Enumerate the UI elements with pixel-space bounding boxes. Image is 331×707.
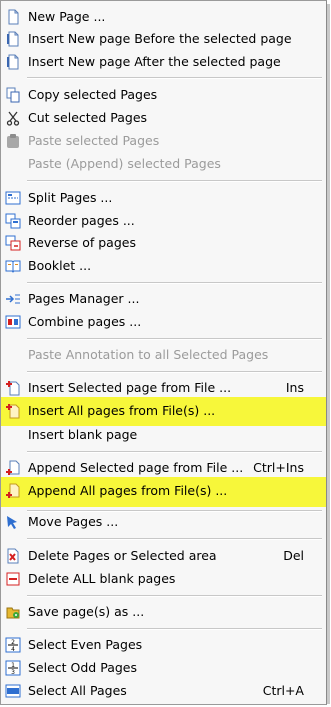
insert-all-pages-icon [5, 403, 21, 419]
svg-text:3: 3 [11, 669, 15, 676]
menu-item-label: Reverse of pages [28, 235, 136, 250]
menu-item-label: Insert New page After the selected page [28, 54, 281, 69]
reorder-pages-icon [5, 213, 21, 229]
insert-page-icon [5, 380, 21, 396]
menu-item-label: Select Odd Pages [28, 660, 137, 675]
menu-item-insert-blank-page[interactable]: Insert blank page [1, 424, 326, 446]
menu-item-reorder-pages[interactable]: Reorder pages ... [1, 210, 326, 232]
menu-item-label: Paste (Append) selected Pages [28, 156, 221, 171]
select-even-icon: 24 [5, 637, 21, 653]
menu-item-label: Delete ALL blank pages [28, 571, 176, 586]
append-all-pages-icon [5, 483, 21, 499]
move-pages-icon [5, 514, 21, 530]
menu-item-label: Save page(s) as ... [28, 604, 145, 619]
menu-item-append-all-pages-from-files[interactable]: Append All pages from File(s) ... [1, 477, 326, 507]
menu-item-pages-manager[interactable]: Pages Manager ... [1, 288, 326, 310]
menu-item-label: Cut selected Pages [28, 110, 148, 125]
append-page-icon [5, 460, 21, 476]
menu-item-shortcut: Ctrl+A [262, 683, 304, 698]
menu-item-insert-selected-page-from-file[interactable]: Insert Selected page from File ... Ins [1, 377, 326, 399]
copy-icon [5, 87, 21, 103]
menu-item-combine-pages[interactable]: Combine pages ... [1, 311, 326, 333]
page-icon [5, 54, 21, 70]
menu-item-cut-selected-pages[interactable]: Cut selected Pages [1, 107, 326, 129]
menu-item-insert-all-pages-from-files[interactable]: Insert All pages from File(s) ... [1, 397, 326, 426]
svg-text:4: 4 [11, 646, 15, 653]
booklet-icon [5, 258, 21, 274]
new-page-icon [5, 9, 21, 25]
select-odd-icon: 13 [5, 660, 21, 676]
split-pages-icon [5, 190, 21, 206]
menu-item-label: Insert Selected page from File ... [28, 380, 232, 395]
menu-item-move-pages[interactable]: Move Pages ... [1, 511, 326, 533]
menu-item-label: Split Pages ... [28, 190, 113, 205]
menu-separator [27, 538, 322, 540]
menu-item-label: Append All pages from File(s) ... [28, 483, 228, 498]
menu-item-copy-selected-pages[interactable]: Copy selected Pages [1, 84, 326, 106]
delete-blank-pages-icon [5, 571, 21, 587]
menu-separator [27, 371, 322, 373]
menu-item-shortcut: Ctrl+Ins [253, 460, 304, 475]
menu-item-label: Pages Manager ... [28, 291, 140, 306]
menu-item-insert-new-page-after[interactable]: Insert New page After the selected page [1, 51, 326, 73]
menu-item-paste-annotation[interactable]: Paste Annotation to all Selected Pages [1, 344, 326, 366]
menu-item-label: Select Even Pages [28, 637, 143, 652]
menu-item-split-pages[interactable]: Split Pages ... [1, 187, 326, 209]
save-pages-icon [5, 604, 21, 620]
menu-separator [27, 451, 322, 453]
combine-pages-icon [5, 314, 21, 330]
menu-item-select-even-pages[interactable]: 24 Select Even Pages [1, 634, 326, 656]
menu-item-label: Combine pages ... [28, 314, 142, 329]
menu-item-delete-pages[interactable]: Delete Pages or Selected area Del [1, 545, 326, 567]
menu-item-shortcut: Ins [285, 380, 304, 395]
menu-item-save-pages-as[interactable]: Save page(s) as ... [1, 601, 326, 623]
menu-item-delete-all-blank-pages[interactable]: Delete ALL blank pages [1, 568, 326, 590]
menu-item-select-all-pages[interactable]: Select All Pages Ctrl+A [1, 680, 326, 702]
menu-item-reverse-of-pages[interactable]: Reverse of pages [1, 232, 326, 254]
pages-manager-icon [5, 291, 21, 307]
menu-separator [27, 77, 322, 79]
menu-item-label: Delete Pages or Selected area [28, 548, 217, 563]
menu-item-booklet[interactable]: Booklet ... [1, 255, 326, 277]
page-icon [5, 31, 21, 47]
menu-separator [27, 282, 322, 284]
menu-item-label: Reorder pages ... [28, 213, 135, 228]
menu-separator [27, 180, 322, 182]
menu-item-label: Insert blank page [28, 427, 138, 442]
menu-item-label: Paste selected Pages [28, 133, 160, 148]
select-all-icon [5, 683, 21, 699]
menu-item-label: New Page ... [28, 9, 106, 24]
menu-item-paste-append-selected-pages[interactable]: Paste (Append) selected Pages [1, 153, 326, 175]
menu-item-label: Append Selected page from File ... [28, 460, 244, 475]
reverse-pages-icon [5, 235, 21, 251]
menu-item-append-selected-page-from-file[interactable]: Append Selected page from File ... Ctrl+… [1, 457, 326, 479]
context-menu: New Page ... Insert New page Before the … [0, 0, 330, 705]
delete-pages-icon [5, 548, 21, 564]
scissors-icon [5, 110, 21, 126]
paste-icon [5, 133, 21, 149]
menu-item-shortcut: Del [283, 548, 304, 563]
menu-separator [27, 338, 322, 340]
menu-item-label: Insert New page Before the selected page [28, 31, 292, 46]
menu-item-insert-new-page-before[interactable]: Insert New page Before the selected page [1, 28, 326, 50]
menu-item-new-page[interactable]: New Page ... [1, 6, 326, 28]
menu-separator [27, 595, 322, 597]
menu-item-select-odd-pages[interactable]: 13 Select Odd Pages [1, 657, 326, 679]
menu-item-paste-selected-pages[interactable]: Paste selected Pages [1, 130, 326, 152]
menu-item-label: Paste Annotation to all Selected Pages [28, 347, 269, 362]
menu-item-label: Insert All pages from File(s) ... [28, 403, 216, 418]
menu-separator [27, 628, 322, 630]
menu-item-label: Select All Pages [28, 683, 127, 698]
menu-item-label: Copy selected Pages [28, 87, 158, 102]
menu-item-label: Move Pages ... [28, 514, 119, 529]
menu-item-label: Booklet ... [28, 258, 92, 273]
